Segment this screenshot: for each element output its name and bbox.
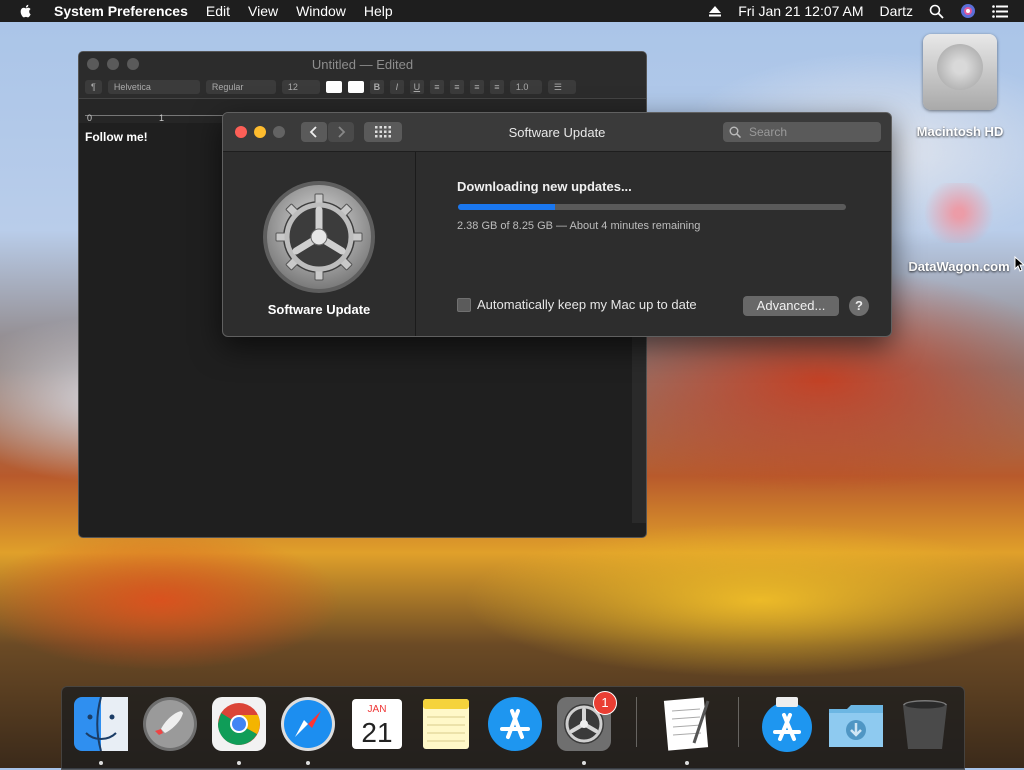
desktop-icon-macintosh-hd[interactable]: Macintosh HD <box>905 34 1015 139</box>
chevron-left-icon <box>309 126 317 138</box>
update-panel: Downloading new updates... 2.38 GB of 8.… <box>416 152 891 336</box>
download-progress-bar <box>458 204 846 210</box>
chrome-icon <box>212 697 266 751</box>
notes-icon <box>423 699 469 749</box>
file-icon <box>919 183 999 243</box>
calendar-icon: JAN 21 <box>352 699 402 749</box>
dock-item-downloads[interactable] <box>827 695 885 753</box>
calendar-month: JAN <box>368 704 387 715</box>
dock-item-app-store[interactable] <box>486 695 544 753</box>
font-family-select[interactable]: Helvetica <box>107 80 200 94</box>
menu-app-name[interactable]: System Preferences <box>46 0 197 22</box>
italic-button[interactable]: I <box>389 80 404 94</box>
software-update-titlebar[interactable]: Software Update <box>223 113 891 152</box>
rocket-icon <box>143 697 197 751</box>
dock-item-chrome[interactable] <box>210 695 268 753</box>
minimize-button[interactable] <box>254 126 266 138</box>
textedit-icon <box>663 697 710 751</box>
app-store-icon <box>762 697 812 752</box>
hard-drive-icon <box>923 34 997 110</box>
auto-update-option[interactable]: Automatically keep my Mac up to date <box>457 297 697 312</box>
desktop-icon-label: DataWagon.com <box>908 259 1010 274</box>
dock-item-textedit[interactable] <box>658 695 716 753</box>
line-spacing-select[interactable]: 1.0 <box>509 80 542 94</box>
menu-clock[interactable]: Fri Jan 21 12:07 AM <box>730 0 871 22</box>
desktop-icon-datawagon[interactable]: DataWagon.com <box>894 183 1024 274</box>
spotlight-search-icon[interactable] <box>921 4 952 19</box>
search-input[interactable] <box>747 124 871 140</box>
apple-icon[interactable] <box>18 3 34 19</box>
trash-icon <box>903 700 947 749</box>
downloads-folder-icon <box>829 705 883 747</box>
grid-icon <box>375 126 391 138</box>
menu-bar: System Preferences Edit View Window Help… <box>0 0 1024 22</box>
dock-item-calendar[interactable]: JAN 21 <box>348 695 406 753</box>
menu-view[interactable]: View <box>239 0 287 22</box>
dock-item-trash[interactable] <box>896 695 954 753</box>
background-color-swatch[interactable] <box>347 81 364 93</box>
mouse-cursor-icon <box>1014 256 1024 272</box>
dock-item-safari[interactable] <box>279 695 337 753</box>
menu-edit[interactable]: Edit <box>197 0 239 22</box>
bold-button[interactable]: B <box>369 80 384 94</box>
auto-update-label: Automatically keep my Mac up to date <box>477 297 697 312</box>
siri-icon[interactable] <box>952 3 984 19</box>
paragraph-style-select[interactable]: ¶ <box>85 80 102 94</box>
zoom-button <box>273 126 285 138</box>
software-update-window: Software Update Search Software Update D… <box>222 112 892 337</box>
back-button[interactable] <box>301 122 327 142</box>
search-icon <box>729 126 741 138</box>
dock-item-finder[interactable] <box>72 695 130 753</box>
download-detail: 2.38 GB of 8.25 GB — About 4 minutes rem… <box>457 220 701 232</box>
download-status: Downloading new updates... <box>457 179 632 194</box>
text-color-swatch[interactable] <box>325 81 342 93</box>
font-size-select[interactable]: 12 <box>281 80 320 94</box>
menu-user[interactable]: Dartz <box>872 0 921 22</box>
align-left-icon[interactable]: ≡ <box>429 80 444 94</box>
show-all-button[interactable] <box>364 122 402 142</box>
align-right-icon[interactable]: ≡ <box>469 80 484 94</box>
help-button[interactable]: ? <box>849 296 869 316</box>
ruler-mark: 1 <box>159 113 165 123</box>
dock: JAN 21 1 <box>61 686 965 770</box>
pane-sidebar: Software Update <box>223 152 416 336</box>
eject-icon[interactable] <box>700 5 730 17</box>
search-field[interactable] <box>723 122 881 142</box>
underline-button[interactable]: U <box>409 80 424 94</box>
dock-item-notes[interactable] <box>417 695 475 753</box>
font-style-select[interactable]: Regular <box>205 80 276 94</box>
ruler-mark: 0 <box>87 113 93 123</box>
progress-fill <box>458 204 555 210</box>
calendar-day: 21 <box>361 717 392 748</box>
dock-item-launchpad[interactable] <box>141 695 199 753</box>
align-center-icon[interactable]: ≡ <box>449 80 464 94</box>
justify-icon[interactable]: ≡ <box>489 80 504 94</box>
format-toolbar: ¶ Helvetica Regular 12 B I U ≡ ≡ ≡ ≡ 1.0… <box>79 76 646 99</box>
dock-item-system-preferences[interactable]: 1 <box>555 691 617 753</box>
dock-item-app-store-installer[interactable] <box>758 695 816 753</box>
menu-window[interactable]: Window <box>287 0 355 22</box>
notification-badge: 1 <box>593 691 617 715</box>
forward-button[interactable] <box>328 122 354 142</box>
close-button[interactable] <box>235 126 247 138</box>
textedit-titlebar[interactable]: Untitled — Edited <box>79 52 646 76</box>
list-style-select[interactable]: ☰ <box>547 80 576 94</box>
advanced-button[interactable]: Advanced... <box>743 296 839 316</box>
pane-label: Software Update <box>267 302 371 317</box>
desktop-icon-label: Macintosh HD <box>916 124 1004 139</box>
app-store-icon <box>488 697 542 751</box>
menu-help[interactable]: Help <box>355 0 402 22</box>
notification-center-icon[interactable] <box>984 4 1024 18</box>
auto-update-checkbox[interactable] <box>457 297 471 312</box>
window-title: Untitled — Edited <box>311 56 414 72</box>
compass-icon <box>281 697 335 751</box>
finder-icon <box>74 696 128 752</box>
chevron-right-icon <box>338 126 346 138</box>
gear-icon <box>262 180 376 294</box>
